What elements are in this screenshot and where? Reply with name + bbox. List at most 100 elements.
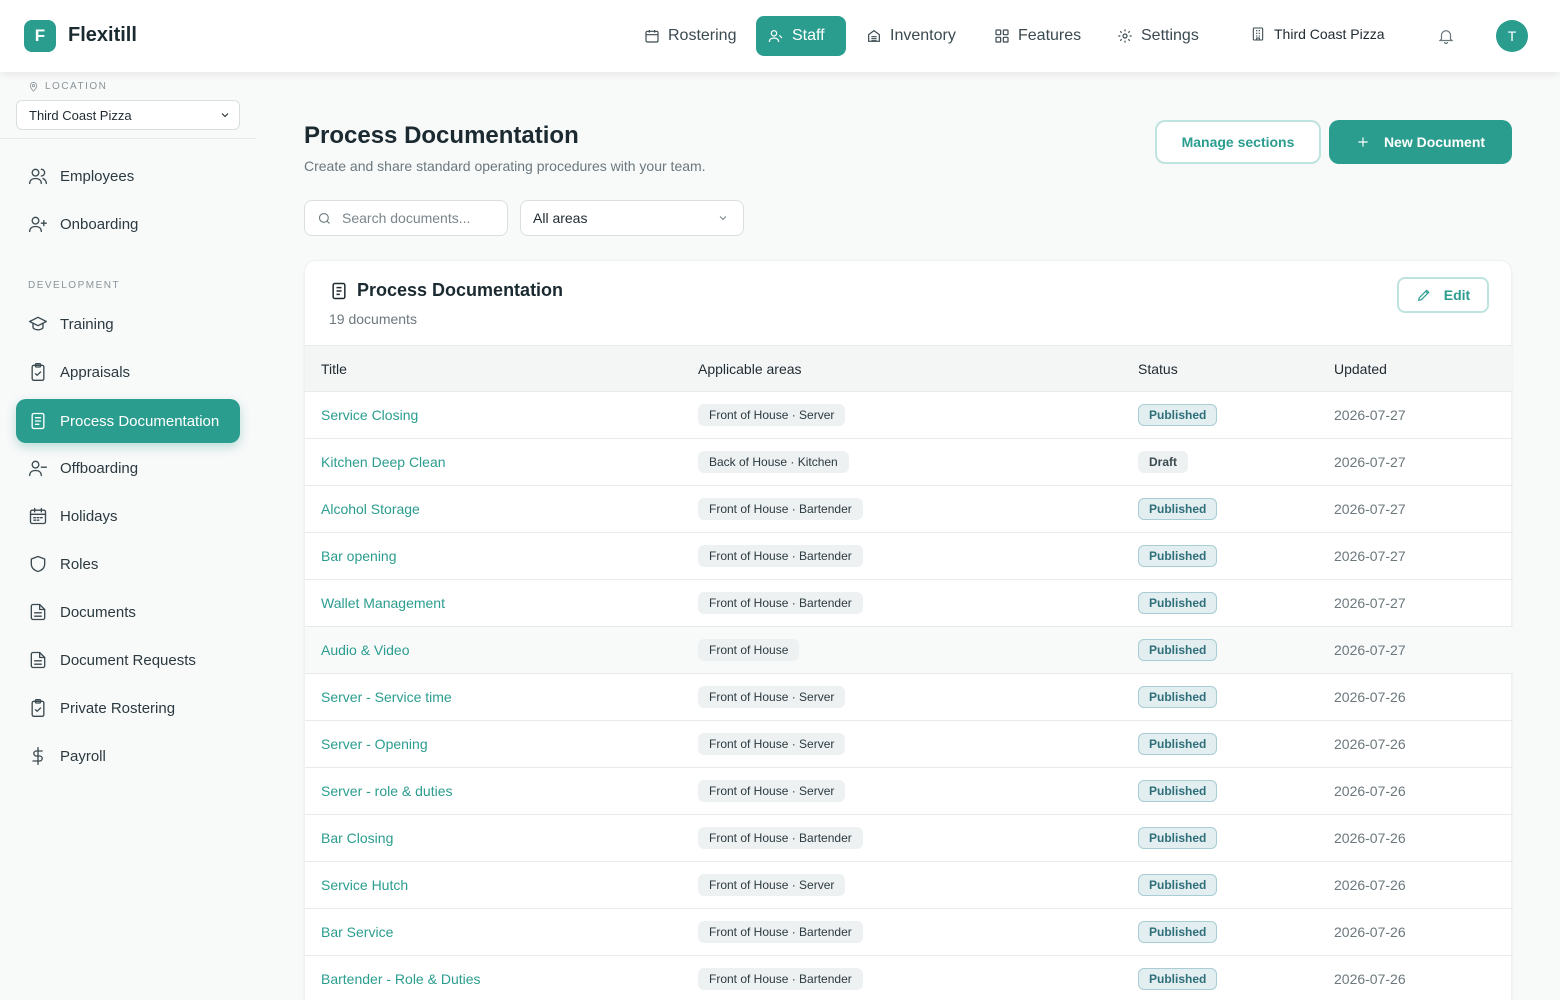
manage-sections-button[interactable]: Manage sections: [1155, 120, 1321, 164]
file-text-icon: [30, 651, 46, 669]
document-title-link[interactable]: Service Hutch: [321, 877, 408, 893]
document-title-link[interactable]: Alcohol Storage: [321, 501, 420, 517]
table-row[interactable]: Bar Closing Front of House · Bartender Pub…: [305, 815, 1513, 862]
sidebar-item-training[interactable]: Training: [16, 302, 240, 346]
column-header-updated[interactable]: Updated: [1334, 346, 1513, 392]
updated-cell: 2026-07-26: [1334, 768, 1513, 815]
status-badge: Published: [1138, 874, 1218, 896]
area-filter-value: All areas: [533, 210, 588, 226]
table-row[interactable]: Server - Opening Front of House · Server P…: [305, 721, 1513, 768]
nav-label: Settings: [1141, 27, 1199, 44]
area-badge: Front of House · Bartender: [698, 545, 863, 567]
sidebar-item-offboarding[interactable]: Offboarding: [16, 446, 240, 490]
document-title-link[interactable]: Server - Service time: [321, 689, 452, 705]
clipboard-check-icon: [31, 363, 45, 381]
location-name: Third Coast Pizza: [1274, 26, 1385, 42]
sidebar-item-documents[interactable]: Documents: [16, 590, 240, 634]
sidebar-item-document-requests[interactable]: Document Requests: [16, 638, 240, 682]
status-cell: Published: [1138, 815, 1334, 862]
app-logo[interactable]: F: [24, 20, 56, 52]
sidebar: LOCATION Third Coast Pizza Employees Onb…: [0, 72, 256, 1000]
sidebar-item-employees[interactable]: Employees: [16, 154, 240, 198]
bell-icon: [1438, 30, 1454, 45]
column-header-status[interactable]: Status: [1138, 346, 1334, 392]
location-select-value: Third Coast Pizza: [29, 107, 132, 123]
sidebar-item-roles[interactable]: Roles: [16, 542, 240, 586]
notifications-button[interactable]: [1437, 27, 1455, 45]
table-row[interactable]: Server - Service time Front of House · Se…: [305, 674, 1513, 721]
building-icon: [1252, 27, 1264, 41]
location-select[interactable]: Third Coast Pizza: [16, 100, 240, 130]
status-cell: Published: [1138, 768, 1334, 815]
sidebar-item-holidays[interactable]: Holidays: [16, 494, 240, 538]
status-cell: Published: [1138, 486, 1334, 533]
updated-cell: 2026-07-27: [1334, 580, 1513, 627]
sidebar-item-label: Document Requests: [60, 651, 196, 669]
updated-date: 2026-07-26: [1334, 689, 1406, 705]
nav-staff[interactable]: Staff: [756, 16, 846, 56]
document-title-link[interactable]: Audio & Video: [321, 642, 409, 658]
title-cell: Wallet Management: [305, 580, 698, 627]
column-header-title[interactable]: Title: [305, 346, 698, 392]
document-title-link[interactable]: Bar Closing: [321, 830, 393, 846]
document-title-link[interactable]: Service Closing: [321, 407, 418, 423]
status-cell: Published: [1138, 533, 1334, 580]
calendar-days-icon: [29, 507, 47, 525]
column-header-areas[interactable]: Applicable areas: [698, 346, 1138, 392]
document-title-link[interactable]: Wallet Management: [321, 595, 445, 611]
sidebar-item-payroll[interactable]: Payroll: [16, 734, 240, 778]
status-cell: Published: [1138, 862, 1334, 909]
table-row[interactable]: Wallet Management Front of House · Barten…: [305, 580, 1513, 627]
area-filter-select[interactable]: All areas: [520, 200, 744, 236]
sidebar-item-label: Offboarding: [60, 459, 139, 477]
nav-settings[interactable]: Settings: [1105, 16, 1211, 56]
table-row[interactable]: Service Hutch Front of House · Server Publ…: [305, 862, 1513, 909]
table-row[interactable]: Kitchen Deep Clean Back of House · Kitche…: [305, 439, 1513, 486]
area-badge: Front of House · Server: [698, 733, 846, 755]
document-icon: [329, 281, 349, 301]
status-badge: Published: [1138, 404, 1218, 426]
document-title-link[interactable]: Server - Opening: [321, 736, 428, 752]
table-row[interactable]: Bar opening Front of House · Bartender Pub…: [305, 533, 1513, 580]
location-switcher[interactable]: Third Coast Pizza: [1250, 26, 1384, 42]
new-document-button[interactable]: New Document: [1329, 120, 1512, 164]
status-badge: Published: [1138, 921, 1218, 943]
document-title-link[interactable]: Bar opening: [321, 548, 397, 564]
documents-table: Title Applicable areas Status Updated Se…: [305, 345, 1513, 1000]
table-row[interactable]: Service Closing Front of House · Server Pu…: [305, 392, 1513, 439]
updated-date: 2026-07-26: [1334, 783, 1406, 799]
table-row[interactable]: Server - role & duties Front of House · S…: [305, 768, 1513, 815]
updated-date: 2026-07-26: [1334, 924, 1406, 940]
edit-button[interactable]: Edit: [1397, 277, 1489, 313]
title-cell: Bar Closing: [305, 815, 698, 862]
document-title-link[interactable]: Server - role & duties: [321, 783, 453, 799]
area-cell: Front of House · Server: [698, 674, 1138, 721]
user-plus-icon: [29, 216, 47, 233]
nav-rostering[interactable]: Rostering: [632, 16, 748, 56]
document-title-link[interactable]: Kitchen Deep Clean: [321, 454, 446, 470]
nav-inventory[interactable]: Inventory: [854, 16, 968, 56]
area-badge: Front of House · Bartender: [698, 827, 863, 849]
document-title-link[interactable]: Bar Service: [321, 924, 393, 940]
calendar-icon: [645, 30, 659, 43]
updated-date: 2026-07-27: [1334, 454, 1406, 470]
title-cell: Server - Service time: [305, 674, 698, 721]
users-icon: [768, 30, 783, 43]
updated-date: 2026-07-27: [1334, 548, 1406, 564]
shield-icon: [30, 555, 46, 573]
area-badge: Front of House · Bartender: [698, 921, 863, 943]
table-row[interactable]: Audio & Video Front of House Published 2026…: [305, 626, 1513, 674]
document-title-link[interactable]: Bartender - Role & Duties: [321, 971, 481, 987]
table-row[interactable]: Alcohol Storage Front of House · Bartende…: [305, 486, 1513, 533]
user-avatar[interactable]: T: [1496, 20, 1528, 52]
sidebar-item-onboarding[interactable]: Onboarding: [16, 202, 240, 246]
sidebar-item-appraisals[interactable]: Appraisals: [16, 350, 240, 394]
status-badge: Published: [1138, 733, 1218, 755]
nav-features[interactable]: Features: [982, 16, 1093, 56]
sidebar-item-private-rostering[interactable]: Private Rostering: [16, 686, 240, 730]
table-row[interactable]: Bar Service Front of House · Bartender Pub…: [305, 909, 1513, 956]
app-name[interactable]: Flexitill: [68, 24, 137, 47]
sidebar-item-process-documentation[interactable]: Process Documentation: [16, 399, 240, 443]
table-row[interactable]: Bartender - Role & Duties Front of House …: [305, 956, 1513, 1000]
search-input[interactable]: Search documents...: [304, 200, 508, 236]
